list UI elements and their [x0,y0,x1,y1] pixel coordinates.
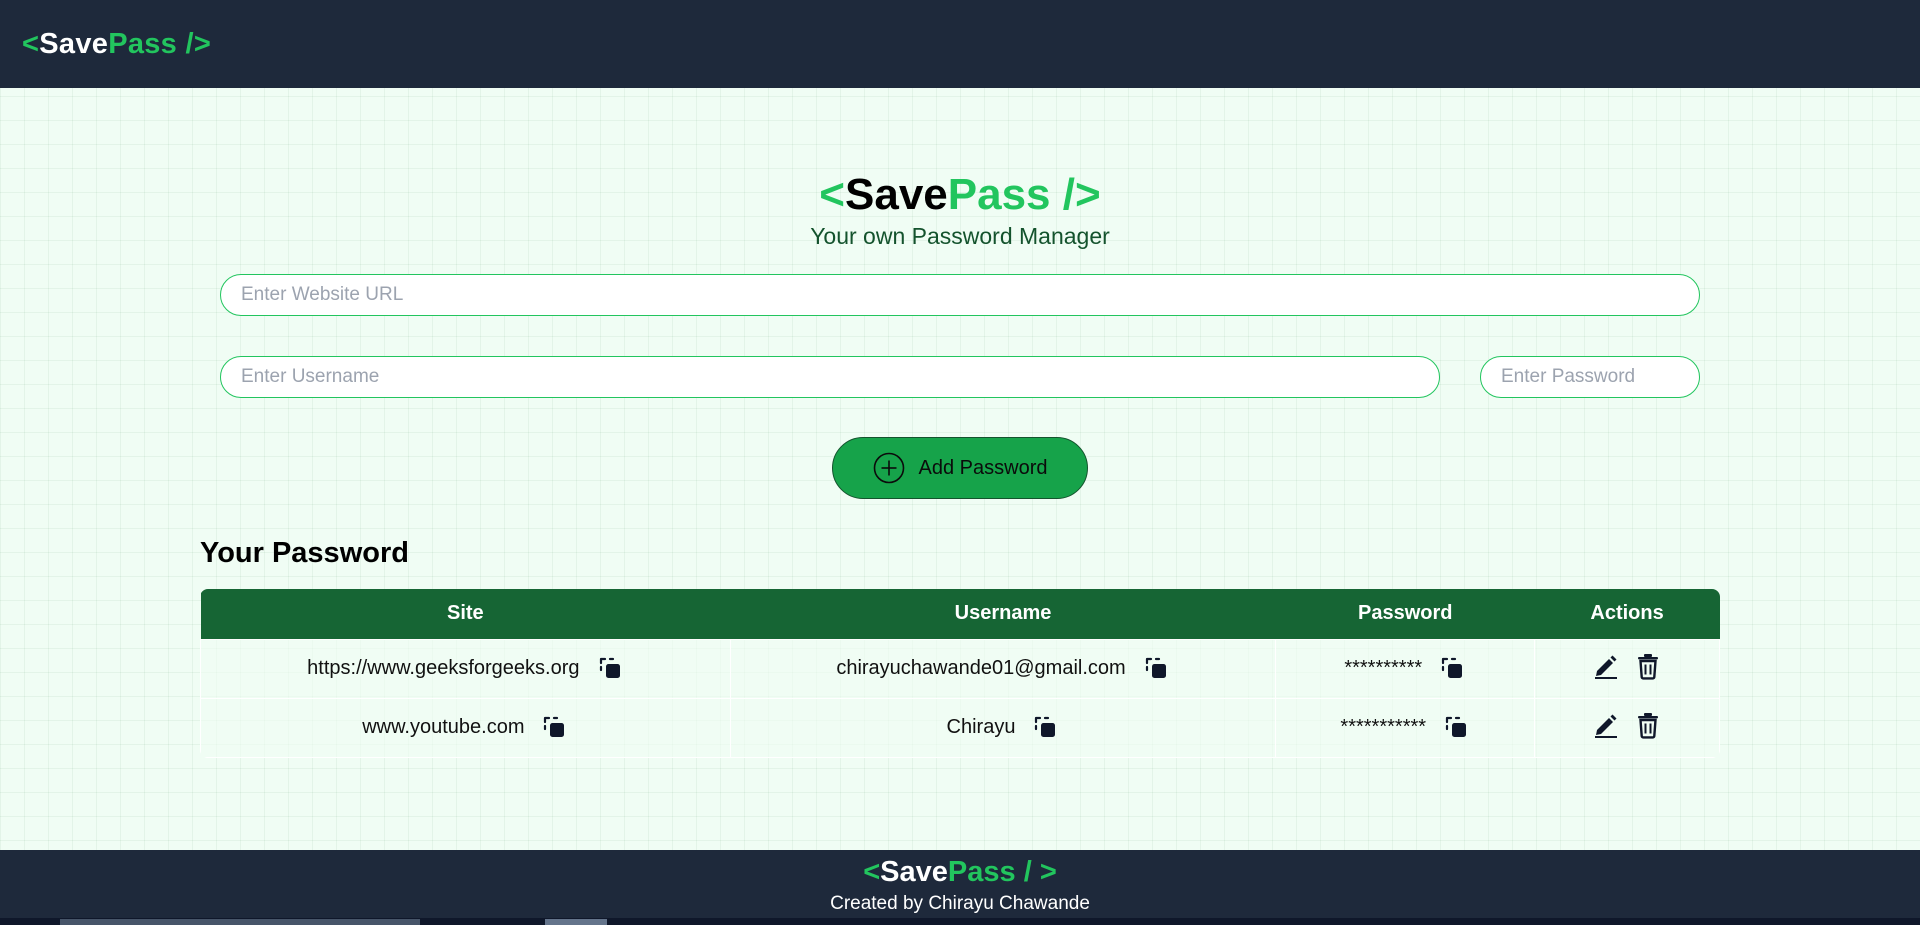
plus-circle-icon [873,452,905,484]
footer-logo: <SavePass / > [0,850,1920,889]
add-password-label: Add Password [918,456,1048,479]
footer: <SavePass / > Created by Chirayu Chawand… [0,850,1920,925]
copy-icon[interactable] [542,715,568,741]
username-value: Chirayu [946,716,1016,738]
taskbar-item[interactable] [60,919,420,925]
site-link[interactable]: https://www.geeksforgeeks.org [307,657,579,680]
logo-save-text: Save [39,27,109,60]
copy-icon[interactable] [1144,656,1170,682]
footer-logo-save-text: Save [880,856,948,888]
hero-logo-open-bracket: < [819,170,845,219]
username-input[interactable] [220,356,1440,398]
logo-pass-text: Pass [108,27,178,60]
site-cell: www.youtube.com [200,697,731,758]
page-subtitle: Your own Password Manager [810,223,1110,249]
username-cell: Chirayu [729,697,1277,758]
hero-logo-pass-text: Pass [947,170,1051,219]
copy-icon[interactable] [598,656,624,682]
passwords-table: Site Username Password Actions https://w… [200,589,1720,758]
password-cell: *********** [1275,697,1536,758]
website-url-input[interactable] [220,274,1700,316]
site-link[interactable]: www.youtube.com [362,716,524,739]
delete-icon[interactable] [1634,652,1662,680]
copy-icon[interactable] [1444,715,1470,741]
table-row: https://www.geeksforgeeks.org chirayucha… [200,638,1720,699]
navbar: <SavePass /> [0,0,1920,88]
copy-icon[interactable] [1033,715,1059,741]
navbar-logo[interactable]: <SavePass /> [22,28,211,61]
hero-logo-save-text: Save [845,170,948,219]
footer-logo-pass-text: Pass [947,856,1016,888]
password-value: *********** [1340,716,1427,738]
password-cell: ********** [1275,638,1536,699]
site-cell: https://www.geeksforgeeks.org [200,638,731,699]
password-value: ********** [1344,657,1423,679]
passwords-section-title: Your Password [200,537,409,569]
footer-credit: Created by Chirayu Chawande [830,893,1090,914]
footer-logo-open-bracket: < [863,856,881,888]
username-value: chirayuchawande01@gmail.com [836,657,1126,679]
taskbar-item[interactable] [545,919,607,925]
table-header-row: Site Username Password Actions [200,589,1720,639]
copy-icon[interactable] [1440,656,1466,682]
footer-logo-close-bracket: / > [1023,856,1057,888]
edit-icon[interactable] [1592,652,1620,680]
actions-cell [1534,638,1720,699]
table-row: www.youtube.com Chirayu *********** [200,697,1720,758]
column-header-site: Site [200,589,731,639]
column-header-password: Password [1275,589,1535,639]
password-input[interactable] [1480,356,1700,398]
hero-logo-close-bracket: /> [1062,170,1101,219]
taskbar-edge [0,918,1920,925]
column-header-actions: Actions [1534,589,1720,639]
column-header-username: Username [730,589,1276,639]
hero-logo: <SavePass /> [0,170,1920,220]
username-cell: chirayuchawande01@gmail.com [729,638,1277,699]
logo-open-bracket: < [22,27,40,60]
actions-cell [1534,697,1720,758]
edit-icon[interactable] [1592,711,1620,739]
logo-close-bracket: /> [185,27,212,60]
delete-icon[interactable] [1634,711,1662,739]
add-password-button[interactable]: Add Password [832,437,1088,499]
